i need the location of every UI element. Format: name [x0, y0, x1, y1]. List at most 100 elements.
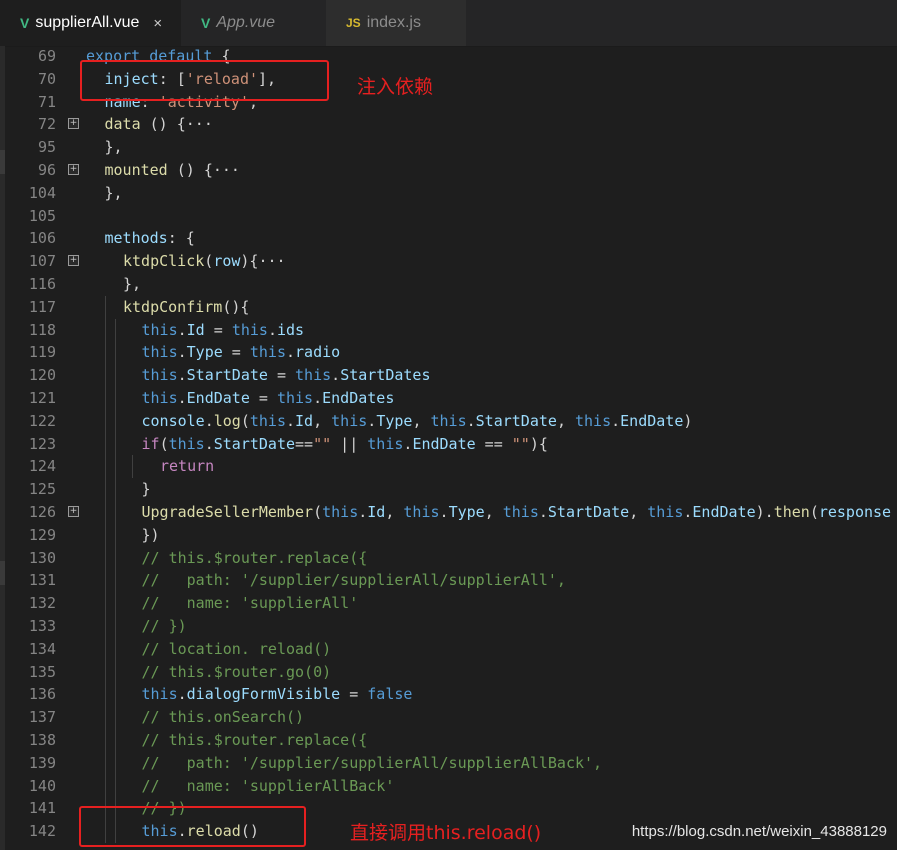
- code-token: ···: [258, 252, 286, 271]
- code-text: this.StartDate = this.StartDates: [142, 364, 431, 387]
- code-token: this: [141, 320, 178, 339]
- code-token: Type: [448, 503, 485, 521]
- code-token: Type: [376, 411, 413, 430]
- code-text: // name: 'supplierAll': [142, 592, 359, 615]
- code-token: return: [160, 457, 215, 476]
- code-token: =: [267, 366, 296, 385]
- code-token: // this.$router.replace({: [141, 548, 368, 567]
- code-line[interactable]: 117 ktdpConfirm(){: [0, 296, 897, 319]
- code-token: .: [177, 343, 187, 362]
- code-line[interactable]: 140 // name: 'supplierAllBack': [0, 775, 897, 798]
- code-line[interactable]: 136 this.dialogFormVisible = false: [0, 683, 897, 706]
- line-number: 133: [28, 617, 56, 635]
- code-line[interactable]: 72 + data () {···: [0, 113, 897, 136]
- code-token: EndDate: [412, 434, 476, 453]
- code-line[interactable]: 133 // }): [0, 615, 897, 638]
- line-number: 136: [28, 685, 56, 704]
- code-line[interactable]: 96 + mounted () {···: [0, 159, 897, 182]
- code-token: (){: [222, 297, 250, 316]
- code-line[interactable]: 131 // path: '/supplier/supplierAll/suppl…: [0, 569, 897, 592]
- fold-expand-icon[interactable]: +: [68, 506, 79, 517]
- code-line[interactable]: 119 this.Type = this.radio: [0, 341, 897, 364]
- code-line[interactable]: 95},: [0, 136, 897, 159]
- line-number: 105: [28, 206, 56, 225]
- code-line[interactable]: 121 this.EndDate = this.EndDates: [0, 387, 897, 410]
- code-token: this: [141, 366, 178, 385]
- code-token: .: [177, 320, 187, 339]
- code-line[interactable]: 125}: [0, 478, 897, 501]
- code-text: // path: '/supplier/supplierAll/supplier…: [142, 752, 603, 775]
- code-text: this.Type = this.radio: [142, 341, 341, 364]
- tab-app-vue[interactable]: V App.vue: [181, 0, 326, 46]
- code-line[interactable]: 118 this.Id = this.ids: [0, 319, 897, 342]
- code-editor[interactable]: 69 export default {70 inject: ['reload'], 7…: [0, 46, 897, 850]
- code-token: // name: 'supplierAllBack': [141, 776, 395, 795]
- code-text: // location. reload(): [142, 638, 332, 661]
- code-text: methods: {: [105, 227, 195, 250]
- code-text: // }): [142, 615, 187, 638]
- tab-label: App.vue: [216, 14, 276, 31]
- code-token: StartDates: [340, 366, 431, 385]
- code-token: log: [213, 411, 241, 430]
- code-token: StartDate: [547, 503, 630, 521]
- code-token: data: [104, 115, 141, 134]
- js-file-icon: JS: [346, 16, 361, 30]
- code-text: mounted () {···: [105, 159, 240, 182]
- code-line[interactable]: 124 return: [0, 455, 897, 478]
- fold-expand-icon[interactable]: +: [68, 118, 79, 130]
- code-line[interactable]: 139 // path: '/supplier/supplierAll/suppl…: [0, 752, 897, 775]
- code-line[interactable]: 104},: [0, 182, 897, 205]
- code-line[interactable]: 122 console.log(this.Id, this.Type, this.…: [0, 410, 897, 433]
- line-number: 123: [28, 434, 56, 453]
- code-line[interactable]: 120 this.StartDate = this.StartDates: [0, 364, 897, 387]
- code-token: this: [141, 685, 178, 704]
- line-number: 130: [28, 548, 56, 567]
- indent-guide: [115, 318, 116, 843]
- code-line[interactable]: 116},: [0, 273, 897, 296]
- tab-supplierall-vue[interactable]: V supplierAll.vue ×: [0, 0, 181, 46]
- code-line[interactable]: 138 // this.$router.replace({: [0, 729, 897, 752]
- code-token: .: [286, 411, 296, 430]
- code-line[interactable]: 130 // this.$router.replace({: [0, 547, 897, 570]
- watermark: https://blog.csdn.net/weixin_43888129: [631, 823, 887, 840]
- code-token: ||: [331, 434, 368, 453]
- code-token: ,: [629, 503, 648, 521]
- code-token: this: [331, 411, 368, 430]
- line-number: 96: [37, 161, 56, 179]
- code-line[interactable]: 135 // this.$router.go(0): [0, 661, 897, 684]
- code-token: ,: [385, 503, 404, 521]
- code-line[interactable]: 107 + ktdpClick(row){···: [0, 250, 897, 273]
- line-number: 139: [28, 753, 56, 772]
- code-token: this: [367, 434, 404, 453]
- line-number: 107: [28, 252, 56, 271]
- line-number: 140: [28, 776, 56, 795]
- code-token: this: [502, 503, 539, 521]
- code-line[interactable]: 129}): [0, 524, 897, 547]
- code-text: },: [123, 273, 141, 296]
- code-line[interactable]: 137 // this.onSearch(): [0, 706, 897, 729]
- code-token: Id: [367, 503, 386, 521]
- line-number: 121: [28, 389, 56, 407]
- line-number: 132: [28, 594, 56, 613]
- code-line[interactable]: 126 + UpgradeSellerMember(this.Id, this.Ty…: [0, 501, 897, 524]
- line-number: 71: [37, 92, 56, 111]
- fold-expand-icon[interactable]: +: [68, 255, 79, 267]
- code-line[interactable]: 106 methods: {: [0, 227, 897, 250]
- code-token: // this.$router.replace({: [141, 731, 368, 749]
- tab-index-js[interactable]: JS index.js: [326, 0, 466, 46]
- close-tab-icon[interactable]: ×: [153, 15, 162, 32]
- line-number: 125: [28, 480, 56, 499]
- code-line[interactable]: 123 if(this.StartDate=="" || this.EndDate…: [0, 433, 897, 456]
- code-text: this.Id = this.ids: [142, 319, 305, 342]
- code-token: Id: [186, 320, 205, 339]
- indent-guide: [105, 295, 106, 843]
- fold-expand-icon[interactable]: +: [68, 164, 79, 175]
- code-line[interactable]: 105: [0, 205, 897, 228]
- code-text: // this.$router.go(0): [142, 661, 332, 684]
- code-token: .: [267, 320, 277, 339]
- code-token: .: [367, 411, 377, 430]
- code-line[interactable]: 134 // location. reload(): [0, 638, 897, 661]
- line-number: 142: [28, 822, 56, 841]
- code-line[interactable]: 132 // name: 'supplierAll': [0, 592, 897, 615]
- code-token: response: [818, 503, 892, 521]
